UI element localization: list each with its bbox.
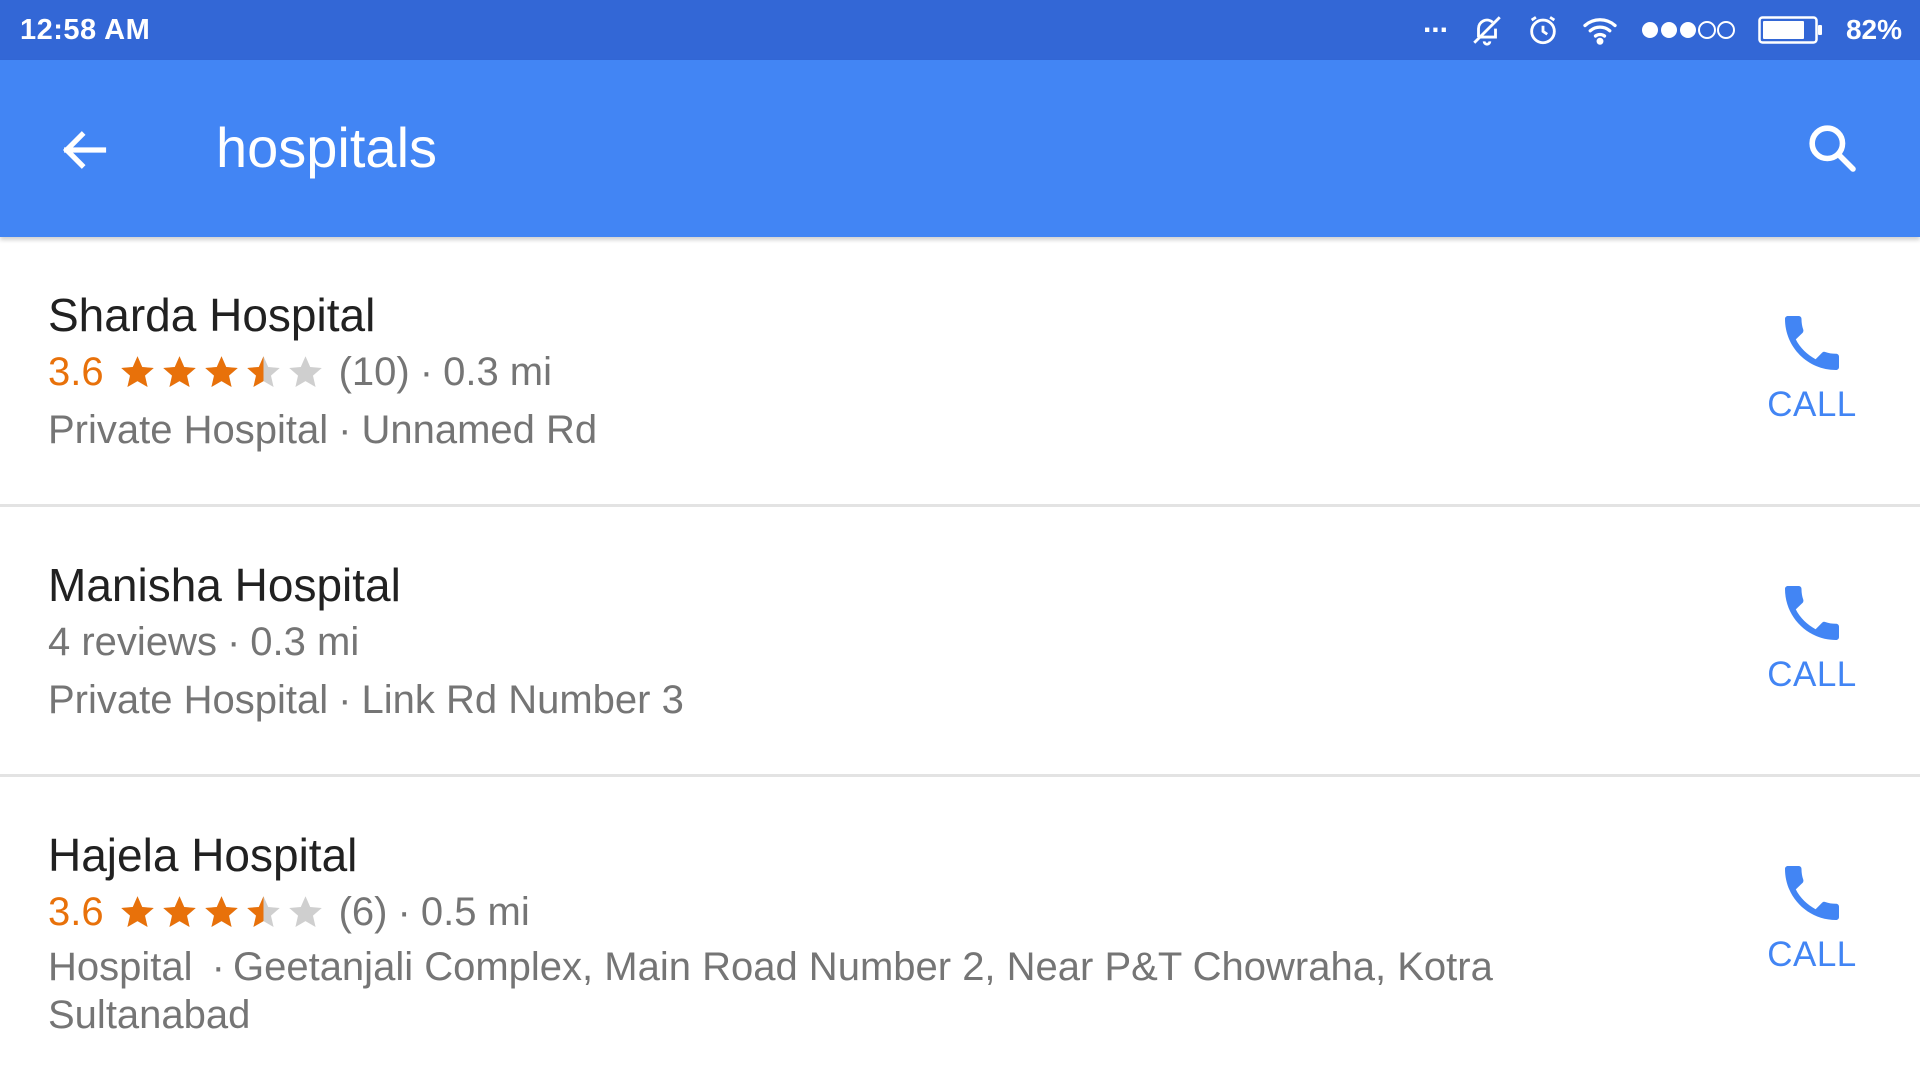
result-body: Manisha Hospital 4 reviews · 0.3 mi Priv… bbox=[48, 557, 1548, 729]
category: Hospital bbox=[48, 945, 193, 989]
call-button[interactable]: CALL bbox=[1752, 577, 1872, 707]
rating-value: 3.6 bbox=[48, 890, 104, 934]
results-list: Sharda Hospital 3.6 (10) · 0.3 mi Privat… bbox=[0, 237, 1920, 1047]
call-button[interactable]: CALL bbox=[1752, 857, 1872, 987]
star-half-icon bbox=[246, 895, 280, 927]
app-bar: hospitals bbox=[0, 60, 1920, 237]
distance: 0.5 mi bbox=[420, 890, 530, 934]
phone-icon bbox=[1785, 316, 1839, 370]
call-label: CALL bbox=[1767, 655, 1857, 694]
call-label: CALL bbox=[1767, 385, 1857, 424]
status-icons: ... 82% bbox=[1423, 8, 1902, 47]
address: Link Rd Number 3 bbox=[361, 678, 684, 722]
star-rating bbox=[118, 893, 325, 932]
call-button[interactable]: CALL bbox=[1752, 307, 1872, 437]
wifi-icon bbox=[1582, 15, 1618, 45]
alarm-icon bbox=[1526, 13, 1560, 47]
back-button[interactable] bbox=[52, 118, 116, 182]
phone-icon bbox=[1785, 866, 1839, 920]
review-count: 4 reviews bbox=[48, 620, 217, 664]
separator: · bbox=[338, 678, 352, 722]
category: Private Hospital bbox=[48, 408, 329, 452]
signal-dot bbox=[1641, 22, 1658, 38]
battery-icon bbox=[1758, 15, 1824, 45]
notifications-off-icon bbox=[1470, 13, 1504, 47]
star-half-icon bbox=[246, 355, 280, 387]
star-filled-icon bbox=[120, 355, 154, 387]
place-name: Hajela Hospital bbox=[48, 829, 358, 881]
separator: · bbox=[211, 945, 225, 989]
result-item-manisha-hospital[interactable]: Manisha Hospital 4 reviews · 0.3 mi Priv… bbox=[0, 507, 1920, 777]
star-filled-icon bbox=[162, 895, 196, 927]
star-filled-icon bbox=[162, 355, 196, 387]
place-name: Manisha Hospital bbox=[48, 559, 401, 611]
call-label: CALL bbox=[1767, 935, 1857, 974]
review-count: (6) bbox=[338, 890, 388, 934]
reviews-line: 4 reviews · 0.3 mi bbox=[48, 613, 1548, 671]
address: Geetanjali Complex, Main Road Number 2, … bbox=[48, 945, 1493, 1037]
star-empty-icon bbox=[288, 895, 322, 927]
category: Private Hospital bbox=[48, 678, 329, 722]
review-count: (10) bbox=[338, 350, 410, 394]
rating-line: 3.6 (6) · 0.5 mi bbox=[48, 883, 1548, 941]
star-filled-icon bbox=[204, 355, 238, 387]
result-body: Hajela Hospital 3.6 (6) · 0.5 mi Hospita… bbox=[48, 827, 1548, 1039]
signal-dot bbox=[1660, 22, 1677, 38]
result-body: Sharda Hospital 3.6 (10) · 0.3 mi Privat… bbox=[48, 287, 1548, 459]
search-button[interactable] bbox=[1800, 116, 1864, 180]
star-empty-icon bbox=[288, 355, 322, 387]
signal-dot bbox=[1716, 21, 1735, 39]
signal-dot bbox=[1697, 21, 1716, 39]
category-line: Private Hospital · Link Rd Number 3 bbox=[48, 671, 1548, 729]
separator: · bbox=[226, 620, 241, 664]
search-icon bbox=[1809, 125, 1856, 172]
result-item-hajela-hospital[interactable]: Hajela Hospital 3.6 (6) · 0.5 mi Hospita… bbox=[0, 777, 1920, 1047]
distance: 0.3 mi bbox=[250, 620, 360, 664]
category-line: Private Hospital · Unnamed Rd bbox=[48, 401, 1548, 459]
status-bar: 12:58 AM ... 82% bbox=[0, 0, 1920, 60]
distance: 0.3 mi bbox=[443, 350, 553, 394]
result-item-sharda-hospital[interactable]: Sharda Hospital 3.6 (10) · 0.3 mi Privat… bbox=[0, 237, 1920, 507]
battery-percentage: 82% bbox=[1845, 14, 1902, 45]
separator: · bbox=[397, 890, 411, 934]
address: Unnamed Rd bbox=[361, 408, 598, 452]
star-filled-icon bbox=[204, 895, 238, 927]
rating-value: 3.6 bbox=[48, 350, 104, 394]
star-filled-icon bbox=[120, 895, 154, 927]
place-name: Sharda Hospital bbox=[48, 289, 376, 341]
category-line: Hospital · Geetanjali Complex, Main Road … bbox=[48, 943, 1548, 1039]
separator: · bbox=[338, 408, 352, 452]
separator: · bbox=[419, 350, 434, 394]
signal-icon bbox=[1640, 18, 1736, 42]
search-query[interactable]: hospitals bbox=[216, 116, 437, 180]
phone-icon bbox=[1785, 586, 1839, 640]
status-time: 12:58 AM bbox=[20, 13, 151, 46]
status-overflow-dots: ... bbox=[1422, 6, 1448, 39]
signal-dot bbox=[1679, 22, 1696, 38]
arrow-back-icon bbox=[62, 131, 107, 169]
star-rating bbox=[118, 353, 325, 392]
rating-line: 3.6 (10) · 0.3 mi bbox=[48, 343, 1548, 401]
